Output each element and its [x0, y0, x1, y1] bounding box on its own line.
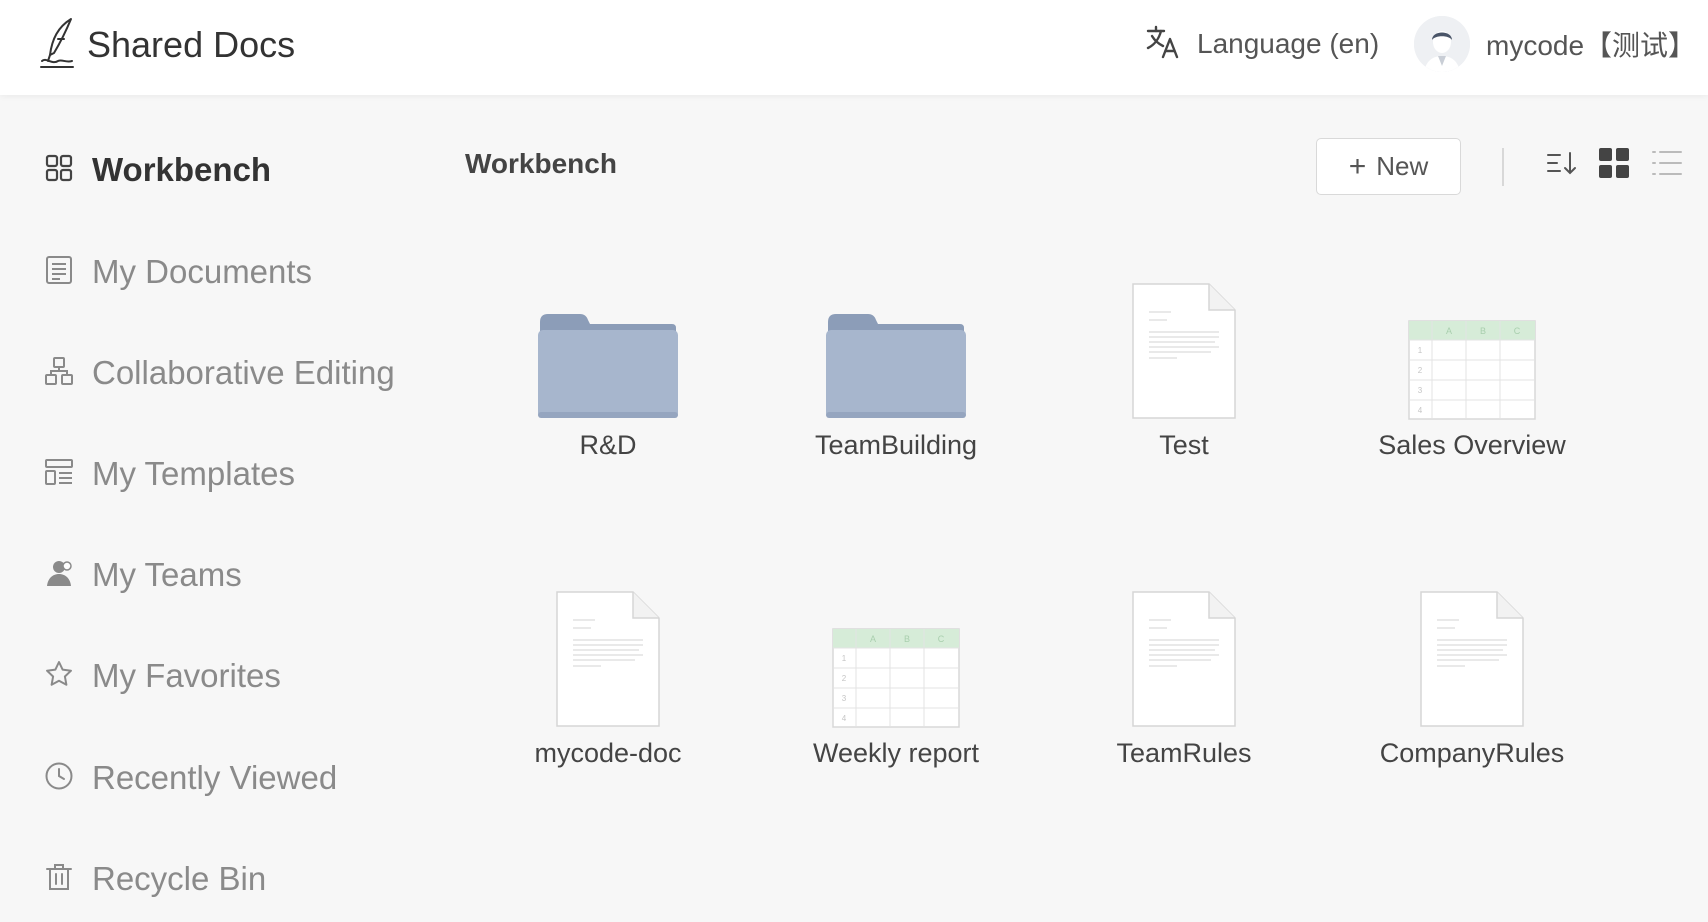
file-item-folder[interactable]: R&D [463, 270, 753, 470]
sidebar-item-recently-viewed[interactable]: Recently Viewed [44, 758, 337, 798]
file-name: R&D [579, 430, 637, 460]
file-item-spreadsheet[interactable]: A B C 1 2 3 4 Sales Overview [1327, 270, 1617, 470]
trash-icon [44, 862, 74, 897]
document-list-icon [44, 255, 74, 290]
sidebar-item-label: My Templates [92, 455, 295, 492]
sidebar-item-my-favorites[interactable]: My Favorites [44, 656, 281, 696]
user-menu[interactable]: mycode【测试】 [1414, 15, 1696, 73]
team-icon [44, 558, 74, 593]
list-view-icon[interactable] [1650, 146, 1684, 180]
sheet-col-c: C [938, 634, 945, 644]
star-icon [44, 659, 74, 694]
document-icon [1039, 578, 1329, 728]
top-header: Shared Docs Language (en) mycode【测试】 [0, 0, 1708, 95]
sidebar-item-my-templates[interactable]: My Templates [44, 454, 295, 494]
clock-icon [44, 761, 74, 796]
file-item-document[interactable]: CompanyRules [1327, 578, 1617, 778]
new-button-label: New [1376, 151, 1429, 181]
app-title: Shared Docs [87, 24, 296, 65]
sidebar-item-label: My Teams [92, 556, 242, 593]
sidebar-item-label: My Favorites [92, 657, 281, 694]
sheet-row-4: 4 [842, 714, 847, 723]
grid-icon [44, 153, 74, 188]
sheet-row-1: 1 [1418, 346, 1423, 355]
language-label: Language (en) [1197, 28, 1380, 59]
plus-icon: + [1348, 149, 1367, 183]
file-item-document[interactable]: TeamRules [1039, 578, 1329, 778]
translate-icon [1145, 24, 1181, 65]
file-name: TeamBuilding [814, 430, 978, 460]
grid-view-icon[interactable] [1597, 146, 1631, 180]
sheet-row-4: 4 [1418, 406, 1423, 415]
document-icon [1327, 578, 1617, 728]
sidebar-item-my-teams[interactable]: My Teams [44, 555, 242, 595]
sidebar-item-collaborative-editing[interactable]: Collaborative Editing [44, 353, 395, 393]
spreadsheet-icon: A B C 1 2 3 4 [751, 578, 1041, 728]
sidebar-item-label: Recycle Bin [92, 860, 267, 897]
spreadsheet-icon: A B C 1 2 3 4 [1327, 270, 1617, 420]
sheet-col-c: C [1514, 326, 1521, 336]
sidebar-item-label: Recently Viewed [92, 759, 338, 796]
collaborate-icon [44, 356, 74, 391]
file-item-folder[interactable]: TeamBuilding [751, 270, 1041, 470]
sidebar-item-workbench[interactable]: Workbench [44, 150, 271, 190]
sheet-row-3: 3 [842, 694, 847, 703]
file-item-document[interactable]: mycode-doc [463, 578, 753, 778]
user-name: mycode【测试】 [1486, 30, 1697, 61]
sort-icon[interactable] [1545, 146, 1579, 180]
sheet-row-2: 2 [1418, 366, 1423, 375]
sidebar-item-label: My Documents [92, 253, 313, 290]
sheet-col-b: B [1480, 326, 1486, 336]
folder-icon [463, 270, 753, 420]
quill-logo-icon [38, 17, 76, 74]
sidebar-item-my-documents[interactable]: My Documents [44, 252, 312, 292]
templates-icon [44, 457, 74, 492]
sidebar-item-label: Workbench [92, 151, 272, 188]
file-name: Sales Overview [1378, 430, 1566, 460]
page-title: Workbench [465, 148, 617, 179]
language-switcher[interactable]: Language (en) [1145, 24, 1379, 64]
sidebar-item-label: Collaborative Editing [92, 354, 395, 391]
avatar [1414, 16, 1470, 72]
file-name: mycode-doc [534, 738, 682, 768]
folder-icon [751, 270, 1041, 420]
file-item-spreadsheet[interactable]: A B C 1 2 3 4 Weekly report [751, 578, 1041, 778]
document-icon [463, 578, 753, 728]
new-button[interactable]: + New [1316, 138, 1461, 195]
document-icon [1039, 270, 1329, 420]
sheet-row-2: 2 [842, 674, 847, 683]
sheet-row-1: 1 [842, 654, 847, 663]
sheet-row-3: 3 [1418, 386, 1423, 395]
file-item-document[interactable]: Test [1039, 270, 1329, 470]
brand[interactable]: Shared Docs [38, 17, 296, 74]
file-name: Weekly report [812, 738, 980, 768]
file-name: TeamRules [1116, 738, 1252, 768]
toolbar-divider [1502, 148, 1504, 186]
file-name: CompanyRules [1379, 738, 1565, 768]
file-name: Test [1159, 430, 1209, 460]
sheet-col-a: A [870, 634, 876, 644]
sheet-col-a: A [1446, 326, 1452, 336]
sidebar-item-recycle-bin[interactable]: Recycle Bin [44, 859, 266, 899]
sheet-col-b: B [904, 634, 910, 644]
